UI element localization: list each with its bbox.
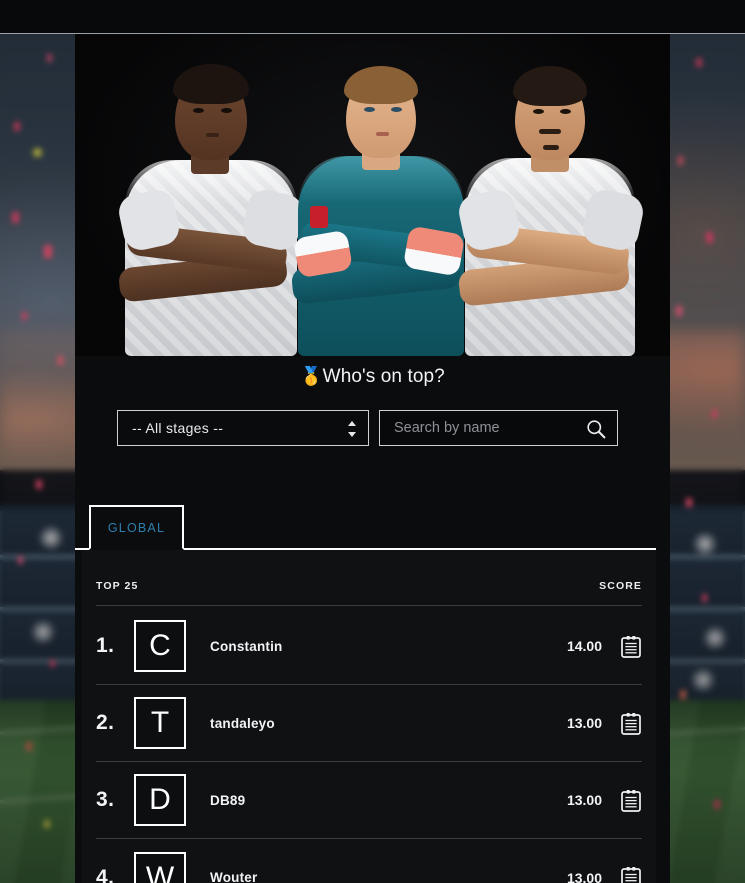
table-row[interactable]: 2. Ttandaleyo 13.00 [96,685,642,762]
page-title-text: Who's on top? [322,366,445,387]
search-input-placeholder: Search by name [394,420,500,436]
row-name: DB89 [210,792,246,808]
column-header-rank: TOP 25 [96,580,139,592]
page-root: 🥇Who's on top? -- All stages -- Search b… [0,0,745,883]
row-rank: 1. [96,634,115,657]
hero-banner [75,34,670,356]
column-header-score: SCORE [599,580,642,592]
clipboard-notes-icon[interactable] [620,789,642,812]
row-score: 13.00 [566,792,602,808]
leaderboard-rows: 1. C Constantin 14.00 2. Ttandaleyo 13.00 3. D… [96,608,642,883]
row-score: 14.00 [566,638,602,654]
table-row[interactable]: 4. W Wouter 13.00 [96,839,642,883]
table-row[interactable]: 3. D DB89 13.00 [96,762,642,839]
content-card: 🥇Who's on top? -- All stages -- Search b… [75,34,670,883]
avatar: W [134,851,186,883]
stage-select[interactable]: -- All stages -- [117,410,369,446]
row-rank: 3. [96,788,115,811]
tab-global[interactable]: GLOBAL [89,505,184,550]
avatar: D [134,774,186,826]
player-right [447,44,652,356]
search-icon[interactable] [586,419,606,439]
clipboard-notes-icon[interactable] [620,635,642,658]
filter-controls: -- All stages -- Search by name [75,410,670,450]
tab-bar: GLOBAL [75,503,670,550]
table-row[interactable]: 1. C Constantin 14.00 [96,608,642,685]
leaderboard-header: TOP 25 SCORE [96,580,642,606]
row-score: 13.00 [566,869,602,883]
stage-select-value: -- All stages -- [132,420,224,436]
avatar: C [134,620,186,672]
row-name: Wouter [210,870,258,883]
row-rank: 2. [96,711,115,734]
tab-global-label: GLOBAL [107,520,166,535]
page-title: 🥇Who's on top? [75,366,670,388]
leaderboard-panel: TOP 25 SCORE 1. C Constantin 14.00 2. Ttanda… [82,550,656,883]
clipboard-notes-icon[interactable] [620,866,642,883]
clipboard-notes-icon[interactable] [620,712,642,735]
gold-medal-icon: 🥇 [300,366,323,386]
row-score: 13.00 [566,715,602,731]
top-header-bar [0,0,745,34]
row-name: tandaleyo [210,715,275,731]
row-name: Constantin [210,638,283,654]
chevron-updown-icon [347,421,356,437]
search-field[interactable]: Search by name [379,410,618,446]
row-rank: 4. [96,865,115,883]
avatar: T [134,697,186,749]
